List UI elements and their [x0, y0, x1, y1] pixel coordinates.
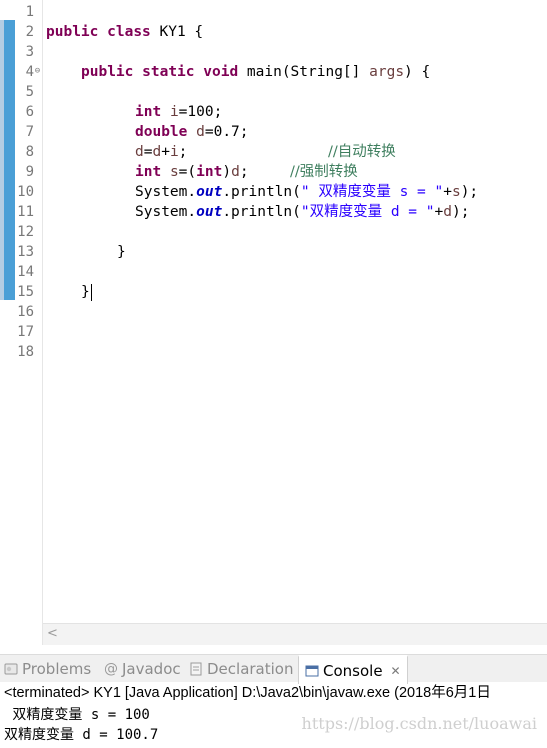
code-line-15: } [81, 282, 92, 302]
code-line-8: d=d+i; [135, 142, 187, 162]
line-number: 18 [17, 344, 34, 360]
tab-problems[interactable]: Problems [4, 655, 91, 683]
tab-label: Console [323, 661, 383, 680]
line-number: 13 [17, 244, 34, 260]
string-literal: "双精度变量 d = " [300, 204, 435, 220]
variable: d [135, 144, 144, 160]
closing-brace: } [117, 244, 126, 260]
code-comment: //强制转换 [290, 164, 358, 180]
line-number: 1 [25, 4, 34, 20]
console-output-line: 双精度变量 s = 100 [4, 707, 150, 723]
tab-label: Javadoc [122, 660, 181, 678]
keyword: public [81, 64, 134, 80]
code-text: =100; [178, 104, 223, 120]
line-number: 9 [25, 164, 34, 180]
horizontal-scrollbar[interactable]: < [43, 623, 547, 645]
views-tab-bar: Problems @ Javadoc Declaration Console ✕ [0, 654, 547, 684]
static-field: out [196, 204, 223, 220]
code-text: + [161, 144, 170, 160]
line-number: 16 [17, 304, 34, 320]
code-line-7: double d=0.7; [135, 122, 249, 142]
variable: s [451, 184, 461, 200]
code-line-4: public static void main(String[] args) { [81, 62, 430, 82]
keyword: double [135, 124, 188, 140]
code-text: System. [135, 204, 197, 220]
at-icon: @ [104, 661, 118, 677]
fold-collapse-icon[interactable]: ⊖ [33, 67, 42, 76]
variable: d [443, 204, 452, 220]
code-text: ); [460, 184, 479, 200]
code-text: ) [222, 164, 232, 180]
code-text: =( [178, 164, 197, 180]
scroll-left-icon[interactable]: < [47, 626, 58, 641]
code-line-13: } [117, 242, 126, 262]
code-line-10: System.out.println(" 双精度变量 s = "+s); [135, 182, 478, 202]
line-number: 4 [25, 64, 34, 80]
line-number: 3 [25, 44, 34, 60]
declaration-icon [189, 662, 203, 676]
closing-brace: } [81, 284, 90, 300]
line-number: 7 [25, 124, 34, 140]
keyword: int [135, 104, 162, 120]
console-icon [305, 664, 319, 678]
tab-label: Problems [22, 660, 92, 678]
code-text: .println( [222, 184, 301, 200]
code-text: .println( [222, 204, 301, 220]
variable: d [196, 124, 205, 140]
keyword: void [203, 64, 239, 80]
code-line-11: System.out.println("双精度变量 d = "+d); [135, 202, 469, 222]
variable: i [169, 104, 179, 120]
method-signature: main(String[] [246, 64, 370, 80]
code-text: ); [451, 204, 470, 220]
tab-javadoc[interactable]: @ Javadoc [104, 655, 181, 683]
keyword: int [135, 164, 162, 180]
code-text: ; [178, 144, 188, 160]
console-output-line: 双精度变量 d = 100.7 [4, 727, 159, 743]
text-cursor [90, 283, 92, 301]
line-number: 12 [17, 224, 34, 240]
code-text: =0.7; [204, 124, 249, 140]
line-number: 15 [17, 284, 34, 300]
line-number: 6 [25, 104, 34, 120]
keyword: public [46, 24, 99, 40]
watermark: https://blog.csdn.net/luoawai [301, 714, 537, 733]
problems-icon [4, 662, 18, 676]
console-status-line: <terminated> KY1 [Java Application] D:\J… [4, 685, 491, 701]
line-number: 5 [25, 84, 34, 100]
keyword: class [107, 24, 151, 40]
variable: s [169, 164, 179, 180]
code-comment: //自动转换 [328, 144, 396, 160]
code-text: System. [135, 184, 197, 200]
variable: d [152, 144, 162, 160]
keyword: static [142, 64, 195, 80]
tab-console[interactable]: Console ✕ [298, 655, 408, 684]
class-name: KY1 { [159, 24, 204, 40]
keyword: int [196, 164, 223, 180]
static-field: out [196, 184, 223, 200]
line-number: 10 [17, 184, 34, 200]
tab-declaration[interactable]: Declaration [189, 655, 293, 683]
variable: i [169, 144, 179, 160]
code-editor[interactable]: 1 2 3 4 5 6 7 8 9 10 11 12 13 14 15 16 1… [0, 0, 547, 645]
variable: d [231, 164, 240, 180]
string-literal: " 双精度变量 s = " [300, 184, 444, 200]
code-text: ; [239, 164, 249, 180]
code-text: + [434, 204, 444, 220]
line-number: 8 [25, 144, 34, 160]
code-line-9: int s=(int)d; [135, 162, 249, 182]
line-number: 11 [17, 204, 34, 220]
code-text: ) { [404, 64, 431, 80]
parameter: args [369, 64, 405, 80]
close-icon[interactable]: ✕ [391, 664, 401, 678]
tab-label: Declaration [207, 660, 294, 678]
line-number: 2 [25, 24, 34, 40]
line-number-gutter: 1 2 3 4 5 6 7 8 9 10 11 12 13 14 15 16 1… [15, 0, 43, 645]
code-line-6: int i=100; [135, 102, 222, 122]
code-text: + [443, 184, 452, 200]
line-number: 14 [17, 264, 34, 280]
code-line-2: public class KY1 { [46, 22, 203, 42]
line-number: 17 [17, 324, 34, 340]
